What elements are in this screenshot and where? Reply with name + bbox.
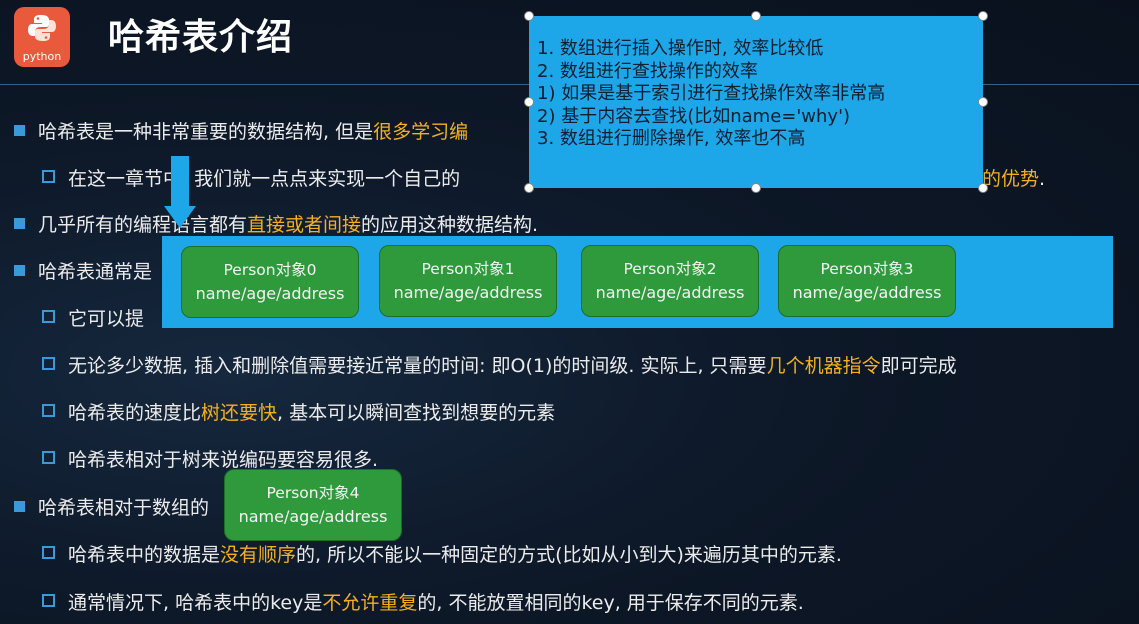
- note-line-3: 1) 如果是基于索引进行查找操作效率非常高: [537, 83, 886, 104]
- person-box-title: Person对象4: [266, 484, 360, 502]
- square-bullet-icon: [14, 265, 25, 276]
- bullet-4b: 通常情况下, 哈希表中的key是不允许重复的, 不能放置相同的key, 用于保存…: [42, 588, 804, 615]
- bullet-3: 哈希表通常是: [14, 257, 152, 284]
- square-bullet-icon: [14, 501, 25, 512]
- person-box-sub: name/age/address: [792, 283, 942, 302]
- bullet-4a: 哈希表中的数据是没有顺序的, 所以不能以一种固定的方式(比如从小到大)来遍历其中…: [42, 540, 842, 567]
- hollow-bullet-icon: [42, 357, 55, 370]
- note-line-5: 3. 数组进行删除操作, 效率也不高: [537, 128, 806, 149]
- person-box-title: Person对象3: [820, 260, 914, 278]
- bullet-2: 几乎所有的编程语言都有直接或者间接的应用这种数据结构.: [14, 210, 538, 237]
- person-box-1: Person对象1 name/age/address: [379, 245, 557, 317]
- bullet-3d: 哈希表相对于树来说编码要容易很多.: [42, 445, 378, 472]
- note-textbox[interactable]: 1. 数组进行插入操作时, 效率比较低 2. 数组进行查找操作的效率 1) 如果…: [529, 16, 983, 188]
- bullet-1a-tail: 的优势.: [982, 168, 1046, 190]
- python-icon: [28, 15, 56, 41]
- hollow-bullet-icon: [42, 594, 55, 607]
- hollow-bullet-icon: [42, 451, 55, 464]
- logo-text: python: [22, 50, 62, 63]
- bullet-3c: 哈希表的速度比树还要快, 基本可以瞬间查找到想要的元素: [42, 398, 555, 425]
- resize-handle[interactable]: [978, 11, 988, 21]
- resize-handle[interactable]: [524, 97, 534, 107]
- resize-handle[interactable]: [524, 11, 534, 21]
- person-box-title: Person对象0: [223, 261, 317, 279]
- bullet-4: 哈希表相对于数组的: [14, 493, 209, 520]
- person-box-sub: name/age/address: [393, 283, 543, 302]
- square-bullet-icon: [14, 218, 25, 229]
- bullet-3a: 它可以提: [42, 304, 144, 331]
- down-arrow-shaft: [171, 156, 189, 208]
- resize-handle[interactable]: [978, 97, 988, 107]
- hollow-bullet-icon: [42, 310, 55, 323]
- person-box-4: Person对象4 name/age/address: [224, 469, 402, 541]
- person-box-0: Person对象0 name/age/address: [181, 246, 359, 318]
- resize-handle[interactable]: [751, 183, 761, 193]
- hollow-bullet-icon: [42, 546, 55, 559]
- square-bullet-icon: [14, 125, 25, 136]
- person-box-sub: name/age/address: [195, 284, 345, 303]
- resize-handle[interactable]: [978, 183, 988, 193]
- person-box-title: Person对象2: [623, 260, 717, 278]
- person-box-sub: name/age/address: [595, 283, 745, 302]
- resize-handle[interactable]: [524, 183, 534, 193]
- person-box-2: Person对象2 name/age/address: [581, 245, 759, 317]
- bullet-1a: 在这一章节中, 我们就一点点来实现一个自己的: [42, 164, 460, 191]
- page-title: 哈希表介绍: [108, 17, 294, 58]
- hollow-bullet-icon: [42, 404, 55, 417]
- note-line-1: 1. 数组进行插入操作时, 效率比较低: [537, 38, 824, 59]
- bullet-1: 哈希表是一种非常重要的数据结构, 但是很多学习编: [14, 117, 468, 144]
- bullet-3b: 无论多少数据, 插入和删除值需要接近常量的时间: 即O(1)的时间级. 实际上,…: [42, 351, 957, 378]
- resize-handle[interactable]: [751, 11, 761, 21]
- person-box-title: Person对象1: [421, 260, 515, 278]
- person-box-sub: name/age/address: [238, 507, 388, 526]
- note-line-4: 2) 基于内容去查找(比如name='why'): [537, 105, 851, 127]
- down-arrow-icon: [164, 206, 196, 228]
- person-box-3: Person对象3 name/age/address: [778, 245, 956, 317]
- python-logo: python: [14, 7, 70, 67]
- hollow-bullet-icon: [42, 170, 55, 183]
- note-line-2: 2. 数组进行查找操作的效率: [537, 60, 758, 82]
